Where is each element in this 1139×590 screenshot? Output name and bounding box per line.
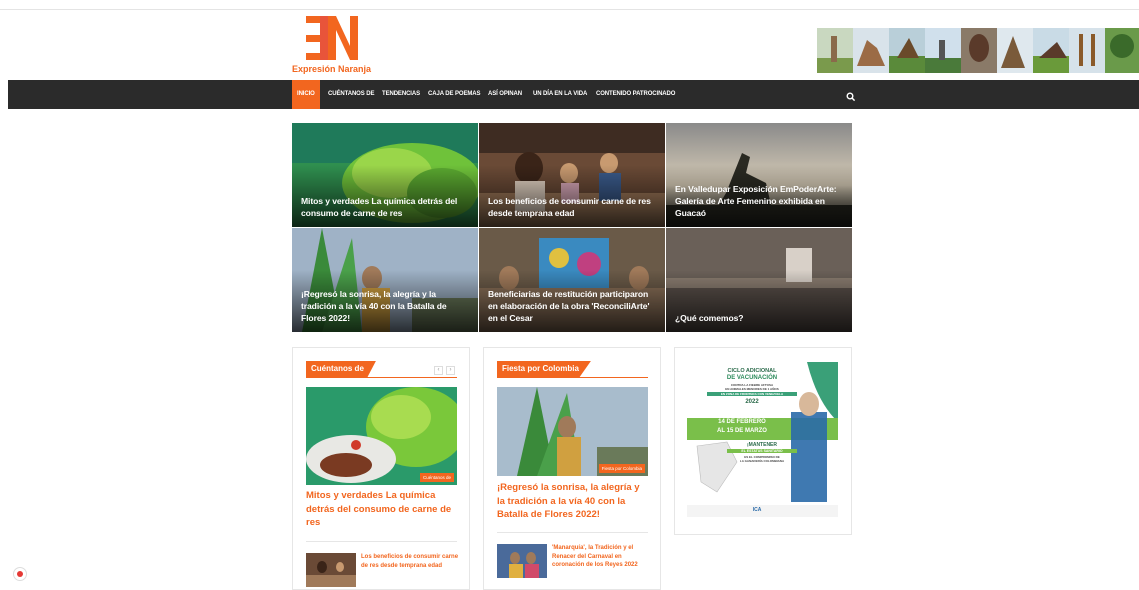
nav-item-cuentanos-de[interactable]: CUÉNTANOS DE [328,80,374,109]
cookie-consent-icon[interactable] [13,567,27,581]
grid-tile-1[interactable]: Mitos y verdades La química detrás del c… [292,123,478,227]
grid-tile-2[interactable]: Los beneficios de consumir carne de res … [479,123,665,227]
small-thumb[interactable] [306,553,356,587]
small-thumb[interactable] [497,544,547,578]
nav-item-tendencias[interactable]: TENDENCIAS [382,80,420,109]
box-heading-line [306,377,457,378]
image-category-badge[interactable]: Fiesta por Colombia [598,464,645,473]
ad-logos: ICA [752,507,762,513]
carnival-queen-image [497,387,648,476]
image-category-badge[interactable]: Cuéntanos de [419,473,454,482]
box-heading-line [497,377,648,378]
separator [306,541,457,542]
prev-arrow-button[interactable]: ‹ [434,366,443,375]
featured-title[interactable]: ¡Regresó la sonrisa, la alegría y la tra… [497,481,649,522]
box-heading[interactable]: Fiesta por Colombia [497,361,591,377]
ad-dates-2: AL 15 DE MARZO [717,428,767,434]
grid-tile-6[interactable]: ¿Qué comemos? [666,228,852,332]
ad-line-6: EL ESTATUS SANITARIO [727,449,797,453]
small-title[interactable]: 'Manarquía', la Tradición y el Renacer d… [552,544,650,570]
nav-item-asi-opinan[interactable]: ASÍ OPINAN [488,80,522,109]
ad-dates-1: 14 DE FEBRERO [718,419,766,425]
grid-tile-title[interactable]: En Valledupar Exposición EmPoderArte: Ga… [675,183,843,219]
small-title[interactable]: Los beneficios de consumir carne de res … [361,553,459,570]
ad-line-1: CICLO ADICIONAL [727,368,777,374]
logo-name: Expresión Naranja [292,64,372,74]
next-arrow-button[interactable]: › [446,366,455,375]
nav-item-un-dia-en-la-vida[interactable]: UN DÍA EN LA VIDA [533,80,587,109]
top-divider [0,9,1139,10]
ad-line-8: LA GANADERÍA COLOMBIANA [739,459,785,463]
separator [497,532,648,533]
grid-tile-title[interactable]: Beneficiarias de restitución participaro… [488,288,656,324]
grid-tile-title[interactable]: ¿Qué comemos? [675,312,843,324]
nav-item-caja-de-poemas[interactable]: CAJA DE POEMAS [428,80,480,109]
category-box-fiesta-por-colombia: Fiesta por Colombia Fiesta por Colombia … [483,347,661,590]
grid-tile-title[interactable]: Mitos y verdades La química detrás del c… [301,195,469,219]
featured-image[interactable]: Cuéntanos de [306,387,457,485]
grid-tile-3[interactable]: En Valledupar Exposición EmPoderArte: Ga… [666,123,852,227]
ad-line-5: EN ZONA DE FRONTERA CON VENEZUELA [707,392,797,396]
category-box-cuentanos-de: Cuéntanos de ‹ › Cuéntanos de Mitos y ve… [292,347,470,590]
family-thumb-image [306,553,356,587]
ad-mantener: ¡MANTENER [747,442,777,448]
grid-tile-title[interactable]: ¡Regresó la sonrisa, la alegría y la tra… [301,288,469,324]
header-monuments-banner [817,28,1139,73]
main-navbar: INICIO CUÉNTANOS DE TENDENCIAS CAJA DE P… [8,80,1139,109]
grid-tile-title[interactable]: Los beneficios de consumir carne de res … [488,195,656,219]
vaccination-ad[interactable]: CICLO ADICIONAL DE VACUNACIÓN CONTRA LA … [687,362,838,517]
steak-salad-image [306,387,457,485]
nav-item-inicio[interactable]: INICIO [292,80,320,109]
coronation-thumb-image [497,544,547,578]
grid-tile-5[interactable]: Beneficiarias de restitución participaro… [479,228,665,332]
ad-line-4: EN ANIMALES MENORES DE 1 AÑOS [725,387,779,391]
box-heading[interactable]: Cuéntanos de [306,361,376,377]
nav-item-contenido-patrocinado[interactable]: CONTENIDO PATROCINADO [596,80,675,109]
ad-year: 2022 [745,399,759,405]
featured-image[interactable]: Fiesta por Colombia [497,387,648,476]
ad-line-2: DE VACUNACIÓN [726,375,778,381]
grid-tile-4[interactable]: ¡Regresó la sonrisa, la alegría y la tra… [292,228,478,332]
featured-title[interactable]: Mitos y verdades La química detrás del c… [306,489,458,530]
search-icon[interactable] [846,89,856,102]
